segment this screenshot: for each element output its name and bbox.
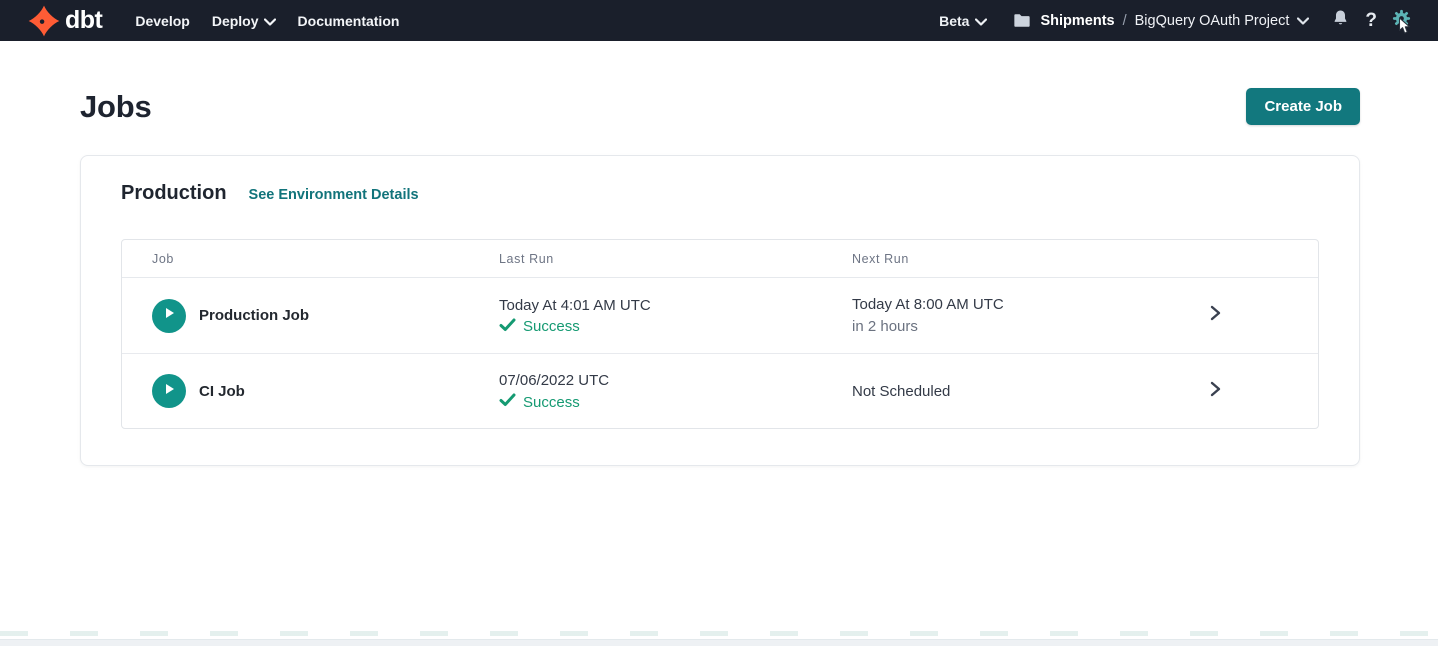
dbt-logo-icon: [28, 5, 60, 37]
chevron-down-icon: [264, 13, 276, 29]
play-icon: [162, 382, 176, 401]
status-label: Success: [523, 394, 580, 411]
environment-card: Production See Environment Details Job L…: [80, 155, 1360, 466]
table-row[interactable]: Production Job Today At 4:01 AM UTC Succ…: [122, 278, 1318, 353]
environment-details-link[interactable]: See Environment Details: [249, 187, 419, 203]
bottom-dashed-divider: [0, 631, 1438, 636]
notifications-button[interactable]: [1331, 8, 1350, 33]
breadcrumb-account[interactable]: Shipments: [1040, 13, 1114, 29]
column-header-job: Job: [152, 252, 499, 266]
help-button[interactable]: ?: [1365, 11, 1377, 30]
status-badge: Success: [499, 318, 852, 336]
jobs-table: Job Last Run Next Run Production Job Tod…: [121, 239, 1319, 429]
table-header-row: Job Last Run Next Run: [122, 240, 1318, 278]
nav-item-develop[interactable]: Develop: [135, 13, 200, 29]
nav-item-documentation[interactable]: Documentation: [287, 13, 411, 29]
nav-item-deploy[interactable]: Deploy: [201, 13, 287, 29]
chevron-right-icon: [1209, 305, 1222, 326]
breadcrumb-separator: /: [1123, 13, 1127, 29]
table-row[interactable]: CI Job 07/06/2022 UTC Success Not Schedu…: [122, 353, 1318, 428]
page-title: Jobs: [80, 89, 152, 125]
run-job-button[interactable]: [152, 299, 186, 333]
chevron-down-icon: [975, 13, 987, 29]
next-run-time: Not Scheduled: [852, 382, 1142, 401]
breadcrumb: Shipments / BigQuery OAuth Project: [1013, 13, 1309, 29]
column-header-next-run: Next Run: [852, 252, 1142, 266]
status-label: Success: [523, 318, 580, 335]
job-name[interactable]: Production Job: [199, 307, 309, 324]
bell-icon: [1331, 8, 1350, 33]
question-mark-icon: ?: [1365, 11, 1377, 30]
check-icon: [499, 318, 516, 336]
bottom-strip: [0, 639, 1438, 646]
dbt-logo[interactable]: dbt: [28, 5, 102, 37]
create-job-button[interactable]: Create Job: [1246, 88, 1360, 125]
breadcrumb-project[interactable]: BigQuery OAuth Project: [1135, 13, 1290, 29]
brand-text: dbt: [65, 6, 102, 35]
status-badge: Success: [499, 393, 852, 411]
column-header-last-run: Last Run: [499, 252, 852, 266]
play-icon: [162, 306, 176, 325]
main-content: Jobs Create Job Production See Environme…: [0, 88, 1438, 466]
environment-title: Production: [121, 182, 227, 205]
folder-icon: [1013, 13, 1031, 28]
beta-selector[interactable]: Beta: [939, 13, 987, 29]
chevron-down-icon[interactable]: [1297, 13, 1309, 29]
check-icon: [499, 393, 516, 411]
next-run-note: in 2 hours: [852, 317, 1142, 336]
top-nav: dbt Develop Deploy Documentation Beta: [0, 0, 1438, 41]
row-chevron[interactable]: [1142, 305, 1288, 326]
chevron-right-icon: [1209, 381, 1222, 402]
last-run-time: 07/06/2022 UTC: [499, 371, 852, 390]
primary-nav: Develop Deploy Documentation: [135, 13, 410, 29]
row-chevron[interactable]: [1142, 381, 1288, 402]
gear-icon: [1391, 8, 1412, 34]
last-run-time: Today At 4:01 AM UTC: [499, 296, 852, 315]
job-name[interactable]: CI Job: [199, 383, 245, 400]
settings-button[interactable]: [1391, 8, 1412, 34]
next-run-time: Today At 8:00 AM UTC: [852, 295, 1142, 314]
run-job-button[interactable]: [152, 374, 186, 408]
